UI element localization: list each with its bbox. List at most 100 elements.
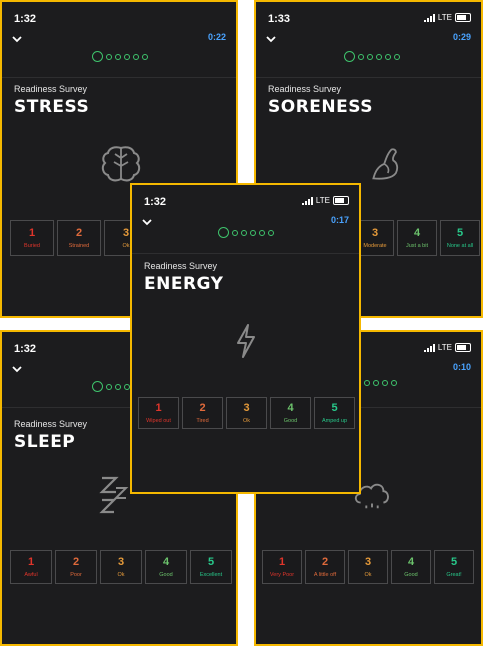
- option-label: Ok: [122, 243, 130, 249]
- option-label: Good: [283, 418, 298, 424]
- survey-subtitle: Readiness Survey: [268, 84, 342, 94]
- answer-option-3[interactable]: 3 Ok: [100, 550, 142, 584]
- chevron-down-icon[interactable]: [10, 32, 24, 46]
- status-time: 1:32: [14, 13, 37, 25]
- option-number: 4: [407, 556, 415, 568]
- progress-dots: [92, 381, 130, 392]
- divider: [256, 77, 481, 78]
- signal-icon: [301, 196, 313, 205]
- battery-icon: [455, 13, 471, 22]
- answer-option-4[interactable]: 4 Good: [391, 550, 431, 584]
- answer-option-4[interactable]: 4 Good: [270, 397, 311, 429]
- survey-title: STRESS: [14, 97, 90, 117]
- answer-option-3[interactable]: 3 Moderate: [356, 220, 394, 256]
- progress-dot: [250, 229, 256, 236]
- progress-dot: [142, 53, 148, 60]
- option-label: Great!: [446, 572, 462, 578]
- answer-option-3[interactable]: 3 Ok: [226, 397, 267, 429]
- answer-option-3[interactable]: 3 Ok: [348, 550, 388, 584]
- progress-dot-current: [92, 51, 103, 62]
- answer-options: 1 Buried 2 Strained 3 Ok: [10, 220, 148, 256]
- survey-subtitle: Readiness Survey: [14, 84, 88, 94]
- chevron-down-icon[interactable]: [10, 362, 24, 376]
- countdown-timer: 0:17: [330, 215, 349, 225]
- option-label: Wiped out: [146, 418, 171, 424]
- answer-option-4[interactable]: 4 Just a bit: [397, 220, 437, 256]
- answer-option-1[interactable]: 1 Wiped out: [138, 397, 179, 429]
- answer-option-2[interactable]: 2 Strained: [57, 220, 101, 256]
- option-number: 3: [371, 227, 379, 239]
- progress-dot: [358, 53, 364, 60]
- answer-option-2[interactable]: 2 A little off: [305, 550, 345, 584]
- answer-option-5[interactable]: 5 Amped up: [314, 397, 355, 429]
- countdown-timer: 0:22: [207, 32, 226, 42]
- option-number: 1: [278, 556, 286, 568]
- status-bar: 1:32 LTE: [132, 185, 359, 211]
- progress-dots: [344, 51, 400, 62]
- network-label: LTE: [315, 196, 330, 205]
- survey-subtitle: Readiness Survey: [14, 419, 88, 429]
- option-label: Amped up: [321, 418, 348, 424]
- option-label: Ok: [117, 572, 125, 578]
- progress-dot: [385, 53, 391, 60]
- network-label: LTE: [437, 343, 452, 352]
- progress-dot: [124, 53, 130, 60]
- progress-dots: [218, 227, 274, 238]
- progress-dot: [133, 53, 139, 60]
- lightning-bolt-icon: [237, 324, 255, 358]
- flexed-arm-icon: [372, 148, 399, 180]
- option-number: 5: [450, 556, 458, 568]
- countdown-timer: 0:29: [452, 32, 471, 42]
- battery-icon: [455, 343, 471, 352]
- option-label: Poor: [70, 572, 82, 578]
- option-number: 4: [413, 227, 421, 239]
- brain-icon: [101, 146, 141, 182]
- option-number: 3: [122, 227, 130, 239]
- countdown-timer: 0:10: [452, 362, 471, 372]
- option-number: 2: [72, 556, 80, 568]
- option-label: A little off: [313, 572, 337, 578]
- option-label: Good: [159, 572, 173, 578]
- answer-option-2[interactable]: 2 Tired: [182, 397, 223, 429]
- status-indicators: LTE: [423, 343, 471, 352]
- answer-options: 1 Awful 2 Poor 3 Ok 4 Good 5 Excellent: [10, 550, 232, 584]
- option-label: Buried: [24, 243, 40, 249]
- progress-dot: [391, 380, 397, 386]
- chevron-down-icon[interactable]: [140, 215, 154, 229]
- battery-icon: [333, 196, 349, 205]
- option-number: 3: [364, 556, 372, 568]
- answer-option-4[interactable]: 4 Good: [145, 550, 187, 584]
- progress-dot: [106, 383, 112, 390]
- answer-option-5[interactable]: 5 Great!: [434, 550, 474, 584]
- option-number: 2: [199, 402, 206, 414]
- option-number: 4: [162, 556, 170, 568]
- option-label: Excellent: [199, 572, 223, 578]
- option-label: Moderate: [363, 243, 387, 249]
- option-number: 1: [155, 402, 162, 414]
- signal-icon: [423, 13, 435, 22]
- answer-option-1[interactable]: 1 Buried: [10, 220, 54, 256]
- status-indicators: LTE: [301, 196, 349, 205]
- chevron-down-icon[interactable]: [264, 32, 278, 46]
- answer-option-5[interactable]: 5 None at all: [440, 220, 480, 256]
- answer-options: 3 Moderate 4 Just a bit 5 None at all: [356, 220, 480, 256]
- option-number: 3: [117, 556, 125, 568]
- survey-title: SLEEP: [14, 432, 76, 452]
- option-label: Very Poor: [269, 572, 295, 578]
- answer-option-1[interactable]: 1 Awful: [10, 550, 52, 584]
- option-label: Just a bit: [405, 243, 428, 249]
- progress-dot-current: [218, 227, 229, 238]
- answer-options: 1 Wiped out 2 Tired 3 Ok 4 Good 5 Amped up: [138, 397, 355, 429]
- progress-dot: [241, 229, 247, 236]
- progress-dot: [394, 53, 400, 60]
- answer-option-1[interactable]: 1 Very Poor: [262, 550, 302, 584]
- progress-dot: [259, 229, 265, 236]
- progress-dot: [106, 53, 112, 60]
- status-bar: 1:32: [2, 2, 236, 28]
- answer-option-2[interactable]: 2 Poor: [55, 550, 97, 584]
- option-number: 4: [287, 402, 294, 414]
- status-indicators: LTE: [423, 13, 471, 22]
- survey-title: ENERGY: [144, 274, 224, 294]
- option-number: 1: [28, 227, 36, 239]
- answer-option-5[interactable]: 5 Excellent: [190, 550, 232, 584]
